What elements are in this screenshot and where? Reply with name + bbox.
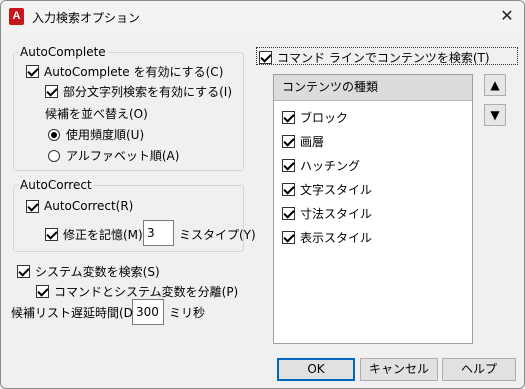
autocomplete-enable-checkbox[interactable]: AutoComplete を有効にする(C) [26, 63, 223, 80]
cancel-button[interactable]: キャンセル [360, 358, 438, 381]
checkbox-icon [45, 228, 58, 241]
remember-corrections-checkbox[interactable]: 修正を記憶(M) [45, 226, 143, 243]
close-button[interactable]: ✕ [494, 4, 520, 28]
move-down-button[interactable]: ▼ [484, 104, 506, 126]
content-search-label: コマンド ラインでコンテンツを検索(T) [277, 51, 490, 65]
content-type-list-header: コンテンツの種類 [274, 75, 472, 101]
list-item-label: 寸法スタイル [300, 207, 373, 221]
list-item-label: 文字スタイル [300, 183, 373, 197]
app-logo-icon: A [9, 8, 24, 25]
autocorrect-enable-checkbox[interactable]: AutoCorrect(R) [26, 199, 133, 213]
title-bar: A 入力検索オプション ✕ [1, 1, 524, 32]
sort-label-text: 候補を並べ替え(O) [45, 107, 148, 121]
delay-label-text: 候補リスト遅延時間(D) [11, 306, 138, 320]
autocorrect-enable-label: AutoCorrect(R) [44, 199, 134, 213]
triangle-down-icon: ▼ [490, 108, 500, 122]
list-item-hatch[interactable]: ハッチング [282, 157, 360, 174]
triangle-up-icon: ▲ [490, 78, 500, 92]
checkbox-icon [282, 231, 295, 244]
sort-alphabetical-radio[interactable]: アルファベット順(A) [48, 147, 179, 164]
typo-label-text: ミスタイプ(Y) [179, 228, 256, 242]
separate-sysvars-checkbox[interactable]: コマンドとシステム変数を分離(P) [36, 283, 238, 300]
content-search-checkbox[interactable]: コマンド ラインでコンテンツを検索(T) [259, 49, 490, 66]
radio-unselected-icon [48, 149, 60, 162]
checkbox-icon [26, 65, 39, 78]
checkbox-icon [282, 183, 295, 196]
sort-frequency-label: 使用頻度順(U) [66, 128, 145, 142]
delay-unit-text: ミリ秒 [169, 306, 206, 320]
checkbox-icon [36, 285, 49, 298]
move-up-button[interactable]: ▲ [484, 74, 506, 96]
sort-candidates-label: 候補を並べ替え(O) [45, 105, 148, 122]
substring-search-label: 部分文字列検索を有効にする(I) [63, 85, 233, 99]
checkbox-icon [45, 85, 58, 98]
checkbox-icon [259, 51, 272, 64]
autocorrect-legend: AutoCorrect [18, 178, 94, 192]
checkbox-icon [17, 265, 30, 278]
help-button[interactable]: ヘルプ [442, 358, 516, 381]
list-item-dim-style[interactable]: 寸法スタイル [282, 205, 372, 222]
dialog-title: 入力検索オプション [32, 11, 141, 25]
delay-label: 候補リスト遅延時間(D) [11, 304, 138, 321]
delay-input[interactable]: 300 [132, 299, 164, 325]
close-icon: ✕ [500, 6, 514, 25]
checkbox-icon [282, 111, 295, 124]
remember-corrections-label: 修正を記憶(M) [63, 228, 143, 242]
autocomplete-legend: AutoComplete [18, 45, 108, 59]
separate-sysvars-label: コマンドとシステム変数を分離(P) [54, 285, 239, 299]
checkbox-icon [282, 207, 295, 220]
checkbox-icon [282, 159, 295, 172]
list-item-visual-style[interactable]: 表示スタイル [282, 229, 372, 246]
list-item-layer[interactable]: 画層 [282, 133, 324, 150]
ok-button[interactable]: OK [277, 358, 355, 381]
input-search-options-dialog: A 入力検索オプション ✕ AutoComplete AutoComplete … [0, 0, 525, 389]
list-item-block[interactable]: ブロック [282, 109, 348, 126]
search-sysvars-checkbox[interactable]: システム変数を検索(S) [17, 263, 160, 280]
content-type-list[interactable]: コンテンツの種類 ブロック 画層 ハッチング 文字スタイル 寸法スタイル 表示ス… [273, 74, 473, 344]
list-item-label: ハッチング [300, 159, 361, 173]
autocomplete-enable-label: AutoComplete を有効にする(C) [44, 65, 224, 79]
typo-unit-label: ミスタイプ(Y) [179, 226, 256, 243]
list-item-label: 画層 [300, 135, 325, 149]
typo-count-input[interactable]: 3 [143, 220, 174, 246]
checkbox-icon [26, 199, 39, 213]
list-item-text-style[interactable]: 文字スタイル [282, 181, 372, 198]
radio-selected-icon [48, 128, 60, 141]
list-item-label: ブロック [300, 111, 349, 125]
list-item-label: 表示スタイル [300, 231, 373, 245]
checkbox-icon [282, 135, 295, 148]
sort-frequency-radio[interactable]: 使用頻度順(U) [48, 126, 144, 143]
sort-alphabetical-label: アルファベット順(A) [66, 149, 180, 163]
delay-unit-label: ミリ秒 [169, 304, 205, 321]
substring-search-checkbox[interactable]: 部分文字列検索を有効にする(I) [45, 83, 232, 100]
search-sysvars-label: システム変数を検索(S) [35, 265, 160, 279]
